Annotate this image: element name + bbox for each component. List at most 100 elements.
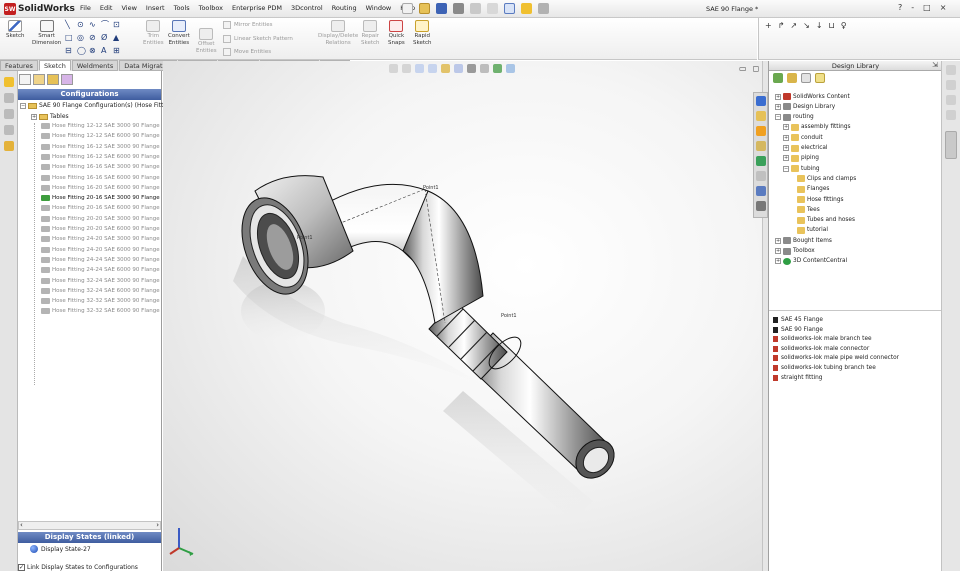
expand-icon[interactable]: + <box>775 258 781 265</box>
restore-button[interactable]: □ <box>923 3 931 12</box>
menu-item-routing[interactable]: Routing <box>332 4 357 12</box>
linear-sketch-pattern-button[interactable]: Linear Sketch Pattern <box>223 35 293 43</box>
sketch-tool-icon[interactable]: ⊗ <box>89 46 100 56</box>
sketch-tool-icon[interactable]: ⊙ <box>77 20 88 30</box>
collapse-icon[interactable]: − <box>775 114 781 121</box>
expand-icon[interactable]: + <box>783 134 789 141</box>
hose-fitting-model[interactable]: Point1 Point1 Point1 <box>163 61 767 571</box>
apply-scene-icon[interactable] <box>506 64 515 73</box>
route-properties-icon[interactable] <box>946 80 956 90</box>
library-node[interactable]: Flanges <box>797 185 829 193</box>
smart-dimension-button[interactable]: Smart Dimension <box>32 20 61 47</box>
graphics-area[interactable]: Point1 Point1 Point1 ▭ ◻ ✕ <box>163 61 772 571</box>
link-display-states-checkbox[interactable]: ✓ Link Display States to Configurations <box>18 564 138 571</box>
sketch-tool-icon[interactable]: ⊘ <box>89 33 100 43</box>
sketch-tool-icon[interactable]: □ <box>65 33 76 43</box>
library-file[interactable]: straight fitting <box>773 374 822 381</box>
menu-item-window[interactable]: Window <box>366 4 392 12</box>
library-node[interactable]: + assembly fittings <box>783 123 851 131</box>
routing-tool-icon[interactable]: ↗ <box>790 21 797 30</box>
scrollbar-thumb[interactable] <box>945 131 957 159</box>
configuration-row[interactable]: Hose Fitting 32-32 SAE 3000 90 Flange <box>41 298 160 305</box>
configuration-row[interactable]: Hose Fitting 24-24 SAE 3000 90 Flange <box>41 256 160 263</box>
display-state-item[interactable]: Display State-27 <box>30 545 91 553</box>
edit-appearance-icon[interactable] <box>493 64 502 73</box>
sketch-tool-icon[interactable]: ⌒ <box>101 20 112 30</box>
configuration-row[interactable]: Hose Fitting 16-12 SAE 6000 90 Flange <box>41 153 160 160</box>
quick-snaps-button[interactable]: Quick Snaps <box>388 20 405 47</box>
create-new-folder-icon[interactable] <box>815 73 825 83</box>
property-tab-icon[interactable] <box>33 74 45 85</box>
expand-icon[interactable]: + <box>783 124 789 131</box>
dimxpert-tab-icon[interactable] <box>61 74 73 85</box>
library-file[interactable]: SAE 45 Flange <box>773 317 823 323</box>
sketch-tool-icon[interactable]: ∿ <box>89 20 100 30</box>
print-icon[interactable] <box>453 3 464 14</box>
minimize-button[interactable]: - <box>911 3 914 12</box>
sketch-tool-icon[interactable]: ⊟ <box>65 46 76 56</box>
routing-tool-icon[interactable]: ↱ <box>778 21 785 30</box>
viewport-minimize-button[interactable]: ▭ <box>739 64 747 73</box>
config-manager-icon[interactable] <box>4 141 14 151</box>
library-node[interactable]: Hose fittings <box>797 196 844 203</box>
library-node[interactable]: Tubes and hoses <box>797 216 855 224</box>
expand-icon[interactable]: + <box>775 237 781 244</box>
scroll-left-icon[interactable]: ‹ <box>20 521 23 529</box>
menu-item-tools[interactable]: Tools <box>174 4 190 12</box>
menu-item-insert[interactable]: Insert <box>146 4 165 12</box>
open-folder-icon[interactable] <box>419 3 430 14</box>
sketch-tool-icon[interactable]: A <box>101 46 112 56</box>
configuration-row[interactable]: Hose Fitting 16-12 SAE 3000 90 Flange <box>41 143 160 150</box>
convert-entities-button[interactable]: Convert Entities <box>168 20 190 47</box>
menu-item-enterprise-pdm[interactable]: Enterprise PDM <box>232 4 282 12</box>
expand-icon[interactable]: + <box>783 145 789 151</box>
feature-tree-tab-icon[interactable] <box>19 74 31 85</box>
save-icon[interactable] <box>436 3 447 14</box>
routing-tool-icon[interactable]: ↘ <box>803 21 810 30</box>
library-node[interactable]: + conduit <box>783 134 823 142</box>
configuration-row[interactable]: Hose Fitting 20-20 SAE 3000 90 Flange <box>41 215 160 222</box>
configuration-row[interactable]: Hose Fitting 12-12 SAE 3000 90 Flange <box>41 123 160 129</box>
menu-item-file[interactable]: File <box>80 4 91 12</box>
expand-icon[interactable]: + <box>31 113 37 120</box>
configuration-row[interactable]: Hose Fitting 32-24 SAE 3000 90 Flange <box>41 277 160 284</box>
rebuild-icon[interactable] <box>521 3 532 14</box>
sketch-tool-icon[interactable]: ◯ <box>77 46 88 56</box>
menu-item-edit[interactable]: Edit <box>100 4 113 12</box>
zoom-to-area-icon[interactable] <box>402 64 411 73</box>
configuration-row[interactable]: Hose Fitting 20-16 SAE 3000 90 Flange <box>41 195 160 202</box>
configuration-row[interactable]: Hose Fitting 16-16 SAE 6000 90 Flange <box>41 174 160 181</box>
redo-icon[interactable] <box>487 3 498 14</box>
library-node[interactable]: + Bought Items <box>775 237 832 245</box>
library-node[interactable]: − routing <box>775 113 814 121</box>
library-file[interactable]: solidworks-lok male pipe weld connector <box>773 355 899 362</box>
library-node[interactable]: − tubing <box>783 165 820 173</box>
app-logo[interactable]: SW SolidWorks <box>4 2 75 16</box>
configuration-row[interactable]: Hose Fitting 16-16 SAE 3000 90 Flange <box>41 164 160 171</box>
options-icon[interactable] <box>538 3 549 14</box>
property-manager-icon[interactable] <box>4 93 14 103</box>
checkbox-icon[interactable]: ✓ <box>18 564 25 571</box>
display-style-icon[interactable] <box>467 64 476 73</box>
back-icon[interactable] <box>773 73 783 83</box>
zoom-to-fit-icon[interactable] <box>389 64 398 73</box>
expand-icon[interactable]: + <box>775 103 781 110</box>
dimxpert-icon[interactable] <box>4 109 14 119</box>
expand-icon[interactable]: + <box>775 248 781 254</box>
routing-tool-icon[interactable]: ♀ <box>841 21 847 30</box>
mirror-entities-button[interactable]: Mirror Entities <box>223 21 273 29</box>
tree-file-separator[interactable] <box>769 310 942 311</box>
configuration-row[interactable]: Hose Fitting 20-20 SAE 6000 90 Flange <box>41 226 160 232</box>
help-icon[interactable]: ? <box>898 3 902 12</box>
sketch-button[interactable]: Sketch <box>6 20 25 40</box>
sketch-tool-icon[interactable]: ▲ <box>113 33 124 43</box>
forward-icon[interactable] <box>787 73 797 83</box>
configuration-row[interactable]: Hose Fitting 32-24 SAE 6000 90 Flange <box>41 287 160 294</box>
view-orientation-icon[interactable] <box>454 64 463 73</box>
view-palette-icon[interactable] <box>756 156 766 166</box>
library-file[interactable]: solidworks-lok tubing branch tee <box>773 365 876 371</box>
solidworks-resources-icon[interactable] <box>756 96 766 106</box>
repair-sketch-button[interactable]: Repair Sketch <box>361 20 380 47</box>
menu-item-view[interactable]: View <box>121 4 136 12</box>
scroll-right-icon[interactable]: › <box>156 521 159 529</box>
